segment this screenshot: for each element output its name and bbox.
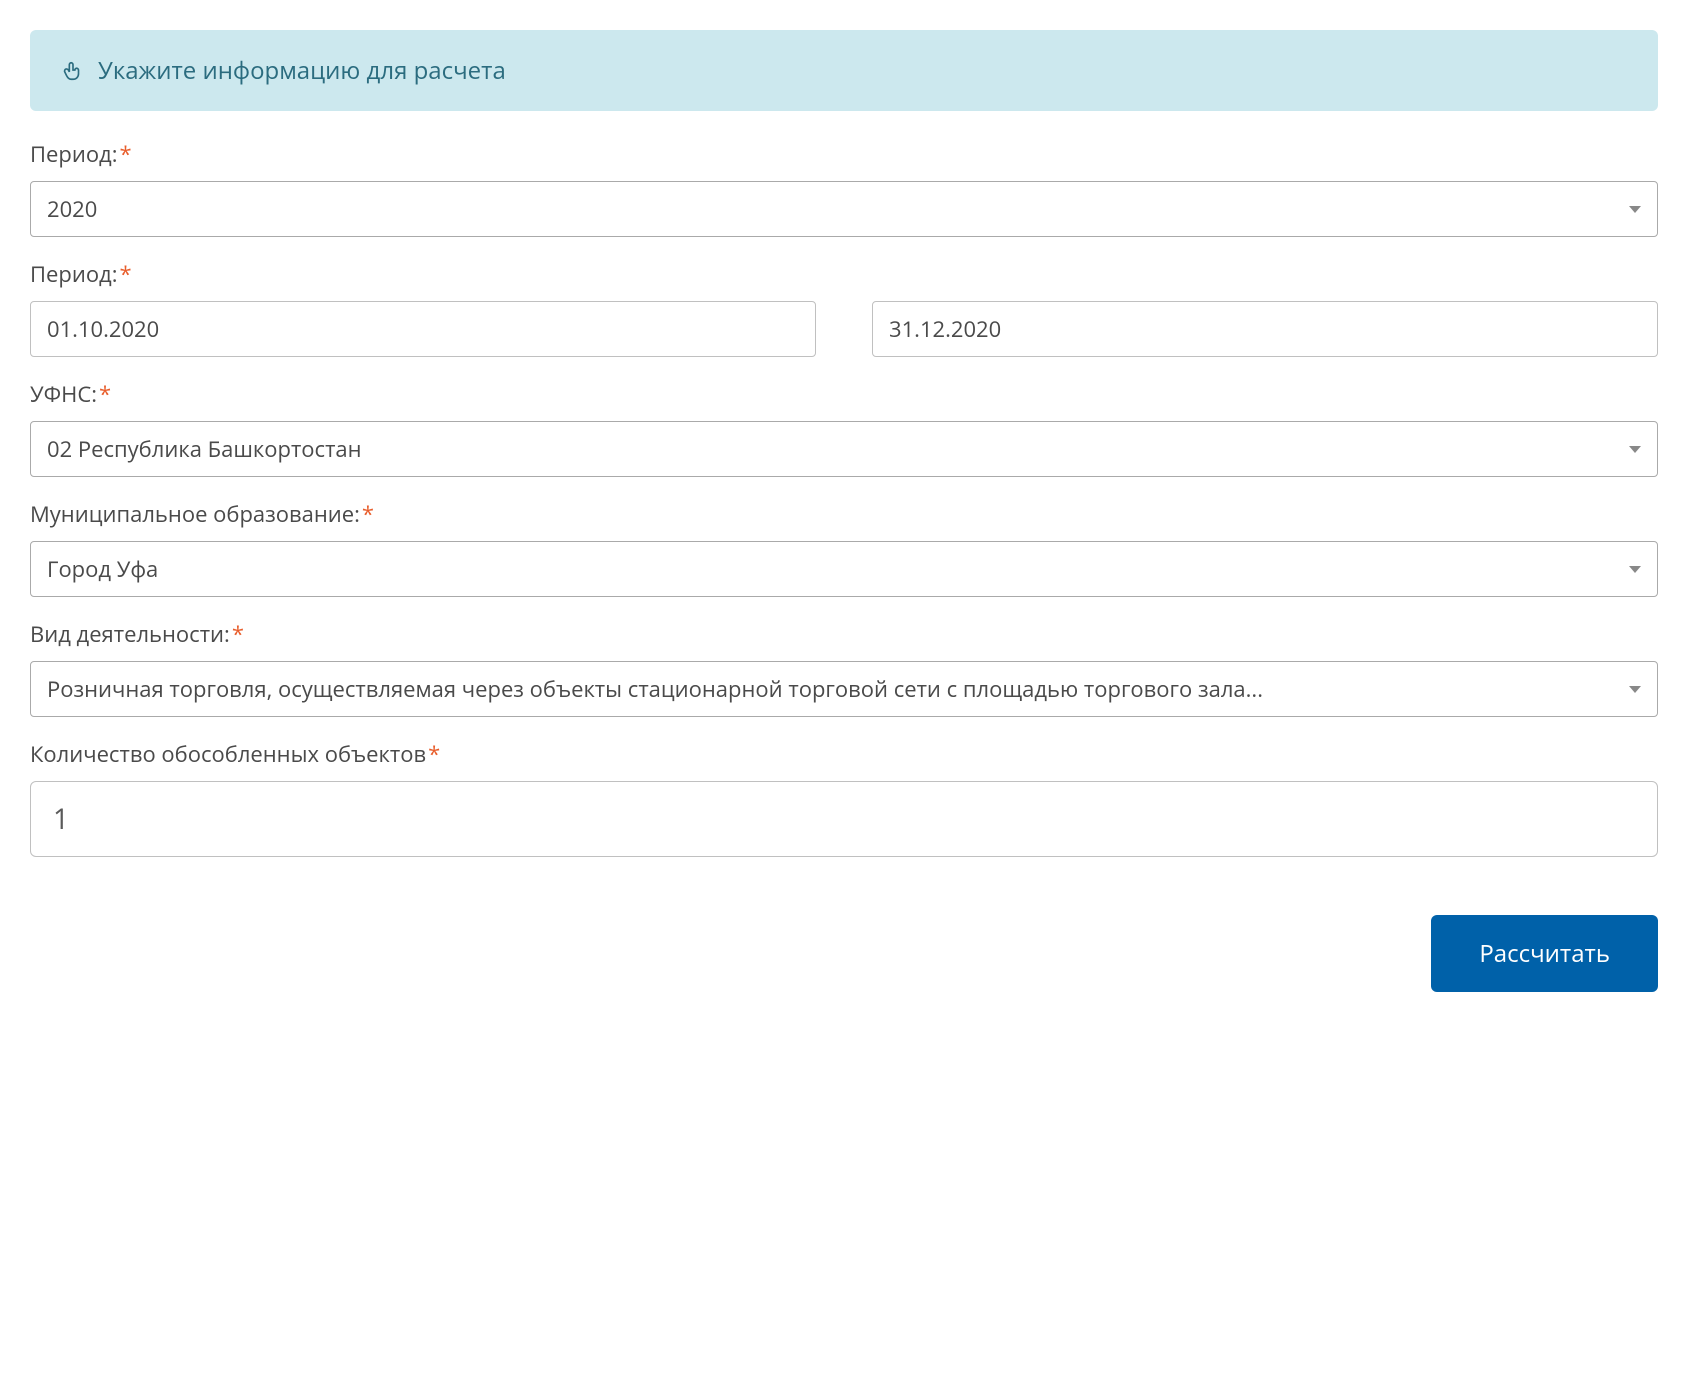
form-container: Укажите информацию для расчета Период:* …: [30, 30, 1658, 992]
info-banner: Укажите информацию для расчета: [30, 30, 1658, 111]
date-to-input[interactable]: [872, 301, 1658, 357]
activity-select[interactable]: Розничная торговля, осуществляемая через…: [30, 661, 1658, 717]
date-from-input[interactable]: [30, 301, 816, 357]
ufns-select[interactable]: 02 Республика Башкортостан: [30, 421, 1658, 477]
objects-count-label: Количество обособленных объектов*: [30, 739, 1658, 769]
period-dates-group: Период:*: [30, 259, 1658, 357]
info-banner-text: Укажите информацию для расчета: [98, 54, 506, 87]
required-mark: *: [99, 379, 111, 409]
objects-count-group: Количество обособленных объектов*: [30, 739, 1658, 857]
period-year-group: Период:* 2020: [30, 139, 1658, 237]
period-year-select[interactable]: 2020: [30, 181, 1658, 237]
date-row: [30, 301, 1658, 357]
period-dates-label: Период:*: [30, 259, 1658, 289]
required-mark: *: [362, 499, 374, 529]
objects-count-input[interactable]: [30, 781, 1658, 857]
activity-label: Вид деятельности:*: [30, 619, 1658, 649]
chevron-down-icon: [1629, 566, 1641, 573]
ufns-group: УФНС:* 02 Республика Башкортостан: [30, 379, 1658, 477]
required-mark: *: [119, 139, 131, 169]
chevron-down-icon: [1629, 206, 1641, 213]
ufns-label: УФНС:*: [30, 379, 1658, 409]
required-mark: *: [119, 259, 131, 289]
chevron-down-icon: [1629, 446, 1641, 453]
required-mark: *: [232, 619, 244, 649]
button-row: Рассчитать: [30, 915, 1658, 992]
period-year-label: Период:*: [30, 139, 1658, 169]
municipality-select[interactable]: Город Уфа: [30, 541, 1658, 597]
municipality-group: Муниципальное образование:* Город Уфа: [30, 499, 1658, 597]
required-mark: *: [428, 739, 440, 769]
calculate-button[interactable]: Рассчитать: [1431, 915, 1658, 992]
chevron-down-icon: [1629, 686, 1641, 693]
activity-group: Вид деятельности:* Розничная торговля, о…: [30, 619, 1658, 717]
hand-point-icon: [62, 60, 84, 82]
municipality-label: Муниципальное образование:*: [30, 499, 1658, 529]
